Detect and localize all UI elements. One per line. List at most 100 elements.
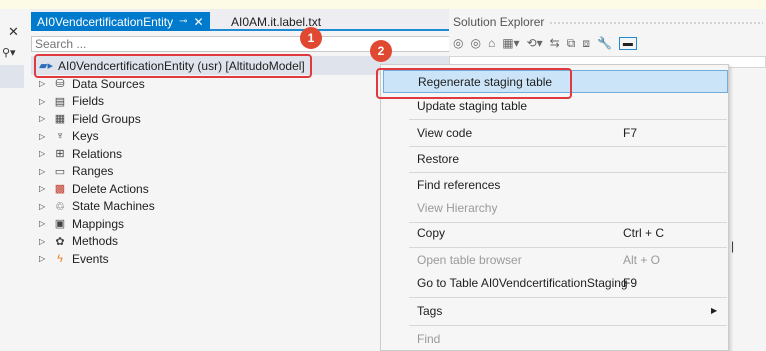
methods-icon: ✿ bbox=[55, 235, 65, 248]
menu-item-label: Restore bbox=[417, 151, 460, 166]
callout-badge-1: 1 bbox=[300, 27, 322, 49]
tree-node[interactable]: ▷ ♆ Keys bbox=[31, 128, 155, 146]
expand-arrow-icon[interactable]: ▷ bbox=[31, 167, 51, 176]
tree-children: ▷ ⛁ Data Sources ▷ ▤ Fields ▷ ▦ Field Groups ▷… bbox=[31, 75, 155, 268]
tree-search-box: ⚲ ▾ bbox=[31, 36, 474, 52]
expand-arrow-icon[interactable]: ▷ bbox=[31, 97, 51, 106]
tree-node[interactable]: ▷ ♲ State Machines bbox=[31, 198, 155, 216]
ranges-icon: ▭ bbox=[54, 165, 66, 178]
menu-item-label: Tags bbox=[417, 303, 443, 318]
tree-node-label: Delete Actions bbox=[72, 181, 149, 196]
menu-item-restore[interactable]: Restore bbox=[381, 147, 728, 170]
menu-item-label: Go to Table AI0VendcertificationStaging bbox=[417, 275, 628, 290]
search-options-icon[interactable]: ⚲▾ bbox=[2, 46, 16, 59]
title-grip bbox=[549, 21, 763, 25]
solution-explorer-toolbar: ◎ ◎ ⌂ ▦▾ ⟲▾ ⇆ ⧉ ⧈ 🔧 ▬ bbox=[453, 33, 763, 53]
editor-tab-bar: AI0VendcertificationEntity ⊸ ✕ AI0AM.it.… bbox=[31, 9, 476, 31]
menu-item-shortcut: F7 bbox=[623, 125, 638, 140]
tree-node-label: Data Sources bbox=[72, 76, 145, 91]
menu-separator bbox=[409, 325, 727, 326]
history-icon[interactable]: ⟲▾ bbox=[527, 36, 543, 50]
expand-arrow-icon[interactable]: ▷ bbox=[31, 219, 51, 228]
menu-item-find-references[interactable]: Find references bbox=[381, 173, 728, 196]
tree-node[interactable]: ▷ ✿ Methods bbox=[31, 233, 155, 251]
database-icon: ⛁ bbox=[55, 78, 65, 91]
expand-arrow-icon[interactable]: ▷ bbox=[31, 237, 51, 246]
menu-item-label: Copy bbox=[417, 225, 446, 240]
tree-node-label: State Machines bbox=[72, 199, 155, 214]
menu-item-label: Find references bbox=[417, 177, 501, 192]
menu-item-label: View code bbox=[417, 125, 473, 140]
close-icon[interactable]: ✕ bbox=[193, 15, 203, 29]
fields-icon: ▤ bbox=[54, 95, 66, 108]
menu-item-tags[interactable]: Tags ▶ bbox=[381, 299, 728, 322]
tab-entity[interactable]: AI0VendcertificationEntity ⊸ ✕ bbox=[31, 12, 210, 31]
tree-node[interactable]: ▷ ▤ Fields bbox=[31, 93, 155, 111]
expand-arrow-icon[interactable]: ▷ bbox=[31, 184, 51, 193]
delete-actions-icon: ▩ bbox=[54, 183, 66, 196]
menu-item-copy[interactable]: Copy Ctrl + C bbox=[381, 221, 728, 244]
callout-badge-2: 2 bbox=[370, 40, 392, 62]
field-groups-icon: ▦ bbox=[54, 113, 66, 126]
tree-node[interactable]: ▷ ▦ Field Groups bbox=[31, 110, 155, 128]
menu-item-shortcut: F9 bbox=[623, 275, 638, 290]
tree-node-label: Relations bbox=[72, 146, 123, 161]
menu-item-go-to-table[interactable]: Go to Table AI0VendcertificationStaging … bbox=[381, 271, 728, 294]
menu-separator bbox=[409, 297, 727, 298]
menu-item-label: Open table browser bbox=[417, 252, 522, 267]
menu-item-label: Update staging table bbox=[417, 98, 528, 113]
menu-item-shortcut: Alt + O bbox=[623, 252, 661, 267]
callout-highlight-menu bbox=[376, 68, 572, 99]
solution-explorer-title: Solution Explorer bbox=[453, 15, 545, 29]
events-icon: ϟ bbox=[57, 252, 63, 265]
expand-arrow-icon[interactable]: ▷ bbox=[31, 254, 51, 263]
sync-icon[interactable]: ⇆ bbox=[550, 36, 560, 50]
expand-arrow-icon[interactable]: ▷ bbox=[31, 202, 51, 211]
callout-highlight-root bbox=[34, 54, 312, 78]
context-menu: Regenerate staging table Update staging … bbox=[380, 64, 729, 351]
close-icon[interactable]: ✕ bbox=[8, 24, 19, 40]
selection-strip bbox=[0, 65, 24, 88]
menu-item-label: Find bbox=[417, 331, 441, 346]
show-all-icon[interactable]: ⧈ bbox=[582, 36, 590, 51]
menu-item-view-hierarchy: View Hierarchy bbox=[381, 196, 728, 219]
back-icon[interactable]: ◎ bbox=[453, 36, 463, 50]
wrench-icon[interactable]: 🔧 bbox=[597, 36, 612, 50]
preview-icon[interactable]: ▬ bbox=[618, 36, 637, 50]
tree-node[interactable]: ▷ ▩ Delete Actions bbox=[31, 180, 155, 198]
tree-node[interactable]: ▷ ϟ Events bbox=[31, 250, 155, 268]
relations-icon: ⊞ bbox=[55, 148, 65, 161]
menu-item-label: View Hierarchy bbox=[417, 200, 498, 215]
tree-node[interactable]: ▷ ▣ Mappings bbox=[31, 215, 155, 233]
tree-node-label: Fields bbox=[72, 94, 105, 109]
menu-item-shortcut: Ctrl + C bbox=[623, 225, 665, 240]
mappings-icon: ▣ bbox=[54, 218, 66, 231]
tree-node-label: Field Groups bbox=[72, 111, 141, 126]
forward-icon[interactable]: ◎ bbox=[470, 36, 480, 50]
tree-node-label: Methods bbox=[72, 234, 119, 249]
tree-node[interactable]: ▷ ▭ Ranges bbox=[31, 163, 155, 181]
switch-views-icon[interactable]: ▦▾ bbox=[502, 36, 519, 50]
menu-item-find: Find bbox=[381, 327, 728, 350]
menu-item-open-table-browser: Open table browser Alt + O bbox=[381, 248, 728, 271]
menu-separator bbox=[409, 119, 727, 120]
left-gutter-panel: ✕ ⚲▾ bbox=[0, 9, 32, 351]
collapse-all-icon[interactable]: ⧉ bbox=[567, 36, 576, 51]
home-icon[interactable]: ⌂ bbox=[488, 36, 495, 50]
keys-icon: ♆ bbox=[55, 130, 65, 143]
submenu-arrow-icon: ▶ bbox=[711, 306, 718, 315]
top-info-strip bbox=[0, 0, 766, 9]
tab-entity-label: AI0VendcertificationEntity bbox=[37, 14, 174, 29]
expand-arrow-icon[interactable]: ▷ bbox=[31, 114, 51, 123]
expand-arrow-icon[interactable]: ▷ bbox=[31, 132, 51, 141]
expand-arrow-icon[interactable]: ▷ bbox=[31, 79, 51, 88]
menu-item-view-code[interactable]: View code F7 bbox=[381, 121, 728, 144]
panel-edge-mark: | bbox=[731, 239, 735, 253]
state-machines-icon: ♲ bbox=[55, 200, 65, 213]
tree-node-label: Events bbox=[72, 251, 109, 266]
tree-node-label: Mappings bbox=[72, 216, 125, 231]
tree-node-label: Ranges bbox=[72, 164, 114, 179]
pin-icon[interactable]: ⊸ bbox=[179, 16, 187, 27]
tree-node[interactable]: ▷ ⊞ Relations bbox=[31, 145, 155, 163]
expand-arrow-icon[interactable]: ▷ bbox=[31, 149, 51, 158]
